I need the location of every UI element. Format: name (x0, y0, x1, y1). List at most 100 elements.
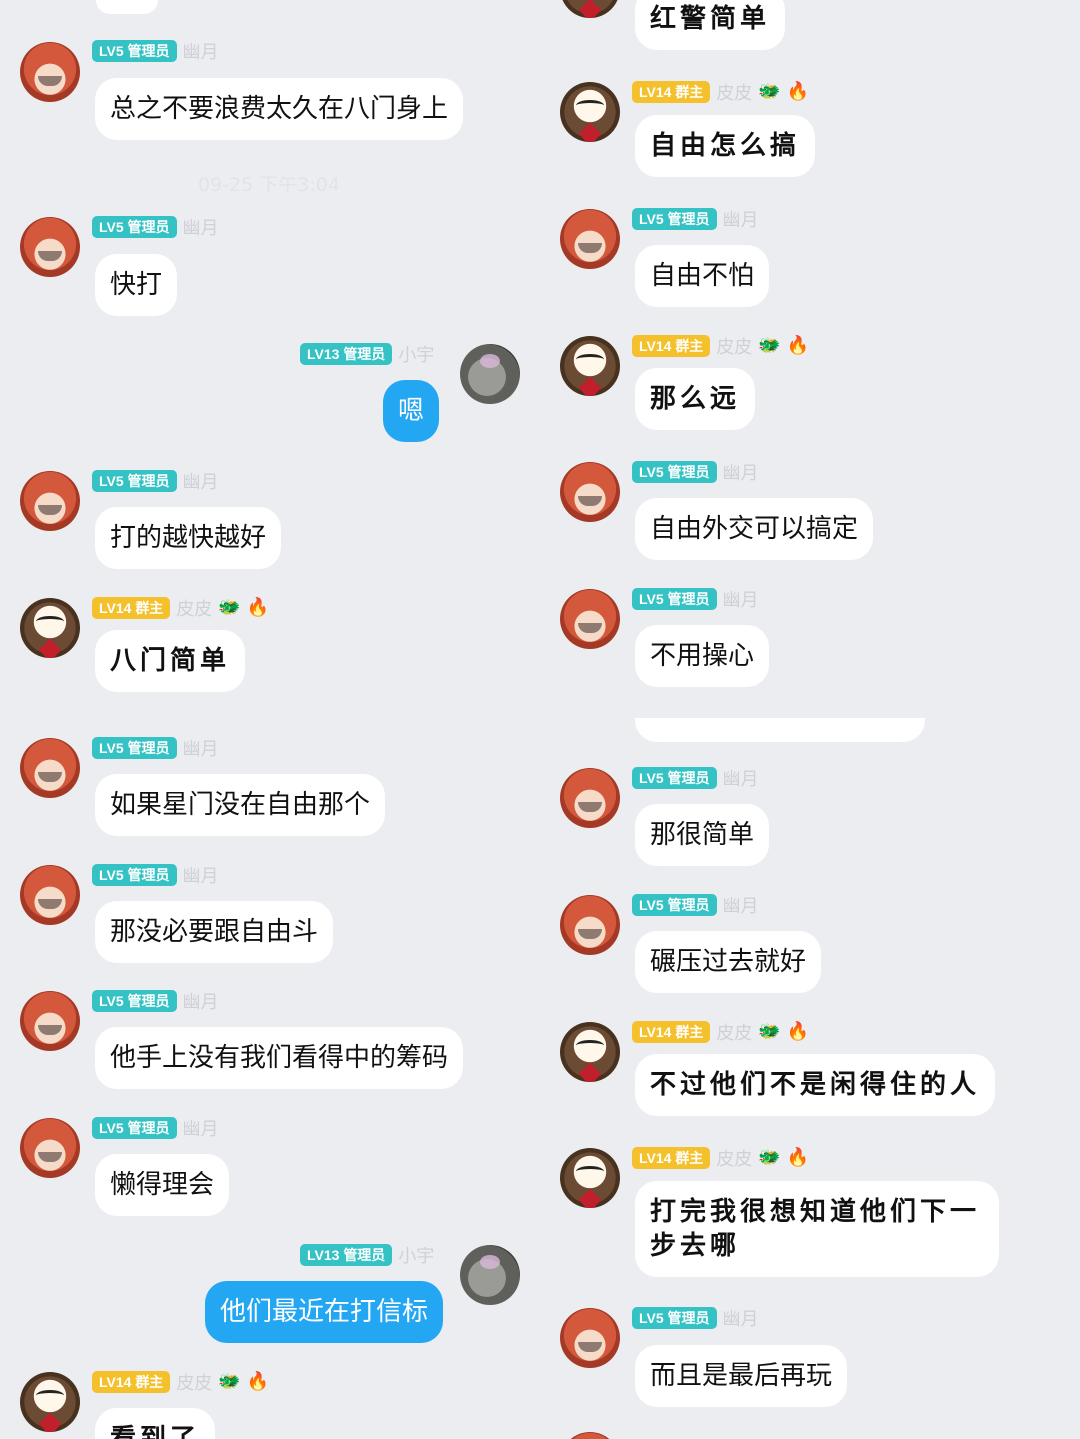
message-bubble[interactable]: 八门简单 (95, 630, 246, 692)
medal-icon: 🐲 (758, 1021, 781, 1042)
chat-column-right: 红警简单 LV14 群主 皮皮 🐲 🔥 自由怎么搞 LV5 管理员 幽月 自由不… (540, 0, 1080, 1439)
avatar[interactable] (560, 1022, 620, 1082)
avatar[interactable] (560, 1148, 620, 1208)
level-badge: LV13 管理员 (300, 343, 393, 365)
level-badge: LV5 管理员 (92, 1117, 177, 1139)
level-badge: LV5 管理员 (632, 767, 717, 789)
avatar[interactable] (560, 336, 620, 396)
sender-name: 幽月 (722, 590, 759, 611)
message-header: LV5 管理员 幽月 (632, 1307, 759, 1330)
level-badge: LV5 管理员 (92, 40, 177, 62)
message-header: LV14 群主 皮皮 🐲 🔥 (632, 1147, 809, 1170)
level-badge: LV14 群主 (632, 81, 711, 103)
message-bubble-self[interactable]: 嗯 (383, 380, 440, 442)
message-bubble[interactable]: 红警简单 (635, 0, 786, 50)
message-bubble[interactable]: 他手上没有我们看得中的筹码 (95, 1027, 464, 1089)
message-bubble[interactable]: 自由外交可以搞定 (635, 498, 874, 560)
avatar[interactable] (560, 209, 620, 269)
avatar[interactable] (20, 598, 80, 658)
medal-icon: 🐲 (758, 1147, 781, 1168)
message-bubble[interactable]: 不过他们不是闲得住的人 (635, 1054, 996, 1116)
medal-icon: 🐲 (758, 335, 781, 356)
message-bubble[interactable]: 看到了 (95, 1408, 216, 1439)
message-bubble[interactable]: 而且是最后再玩 (635, 1345, 848, 1407)
message-bubble[interactable]: 自由怎么搞 (635, 115, 816, 177)
avatar[interactable] (20, 42, 80, 102)
message-bubble[interactable]: 那很简单 (635, 804, 770, 866)
level-badge: LV5 管理员 (632, 461, 717, 483)
message-header: LV5 管理员 幽月 (632, 208, 759, 231)
message-bubble-partial (635, 718, 925, 742)
avatar[interactable] (20, 991, 80, 1051)
level-badge: LV14 群主 (632, 335, 711, 357)
sender-name: 幽月 (182, 218, 219, 239)
sender-name: 幽月 (182, 739, 219, 760)
level-badge: LV5 管理员 (632, 1307, 717, 1329)
message-bubble-self[interactable]: 他们最近在打信标 (205, 1281, 444, 1343)
sender-name: 皮皮 (176, 1373, 213, 1394)
avatar[interactable] (560, 1432, 620, 1439)
sender-name: 皮皮 (716, 1149, 753, 1170)
message-bubble[interactable]: 打完我很想知道他们下一步去哪 (635, 1181, 999, 1277)
message-header: LV14 群主 皮皮 🐲 🔥 (632, 1021, 810, 1044)
message-bubble[interactable]: 那么远 (635, 368, 756, 430)
avatar[interactable] (20, 738, 80, 798)
level-badge: LV5 管理员 (632, 208, 717, 230)
message-bubble[interactable]: 那没必要跟自由斗 (95, 901, 334, 963)
message-header: LV5 管理员 幽月 (92, 737, 219, 760)
message-bubble[interactable]: 如果星门没在自由那个 (95, 774, 386, 836)
message-bubble[interactable]: 快打 (95, 254, 178, 316)
message-header: LV13 管理员 小宇 (300, 343, 434, 366)
sender-name: 幽月 (182, 1119, 219, 1140)
avatar[interactable] (460, 1245, 520, 1305)
avatar[interactable] (560, 0, 620, 18)
message-header: LV5 管理员 幽月 (632, 588, 759, 611)
message-header: LV5 管理员 幽月 (92, 990, 219, 1013)
avatar[interactable] (20, 865, 80, 925)
level-badge: LV5 管理员 (92, 737, 177, 759)
message-bubble[interactable]: 懒得理会 (95, 1154, 230, 1216)
level-badge: LV5 管理员 (92, 470, 177, 492)
message-bubble[interactable]: 碾压过去就好 (635, 931, 822, 993)
message-header: LV14 群主 皮皮 🐲 🔥 (632, 335, 810, 358)
message-header: LV5 管理员 幽月 (632, 767, 759, 790)
message-bubble[interactable]: 总之不要浪费太久在八门身上 (95, 78, 464, 140)
medal-icon: 🐲 (758, 81, 781, 102)
avatar[interactable] (560, 768, 620, 828)
fire-icon: 🔥 (246, 1371, 270, 1392)
avatar[interactable] (20, 471, 80, 531)
sender-name: 幽月 (722, 1309, 759, 1330)
avatar[interactable] (560, 82, 620, 142)
message-header: LV13 管理员 小宇 (300, 1244, 434, 1267)
level-badge: LV5 管理员 (632, 894, 717, 916)
message-header: LV5 管理员 幽月 (92, 864, 219, 887)
level-badge: LV5 管理员 (92, 990, 177, 1012)
message-header: LV5 管理员 幽月 (92, 40, 219, 63)
level-badge: LV13 管理员 (300, 1244, 393, 1266)
fire-icon: 🔥 (246, 597, 270, 618)
avatar[interactable] (460, 344, 520, 404)
message-header: LV5 管理员 幽月 (92, 470, 219, 493)
avatar[interactable] (560, 1308, 620, 1368)
message-bubble-partial (96, 0, 158, 14)
message-bubble[interactable]: 打的越快越好 (95, 507, 282, 569)
medal-icon: 🐲 (218, 597, 241, 618)
avatar[interactable] (20, 1372, 80, 1432)
avatar[interactable] (20, 1118, 80, 1178)
message-bubble[interactable]: 不用操心 (635, 625, 770, 687)
message-header: LV14 群主 皮皮 🐲 🔥 (92, 597, 270, 620)
sender-name: 幽月 (722, 463, 759, 484)
fire-icon: 🔥 (786, 1021, 810, 1042)
avatar[interactable] (20, 217, 80, 277)
fire-icon: 🔥 (786, 335, 810, 356)
level-badge: LV5 管理员 (92, 216, 177, 238)
message-header: LV14 群主 皮皮 🐲 🔥 (92, 1371, 270, 1394)
avatar[interactable] (560, 895, 620, 955)
message-header: LV14 群主 皮皮 🐲 🔥 (632, 81, 809, 104)
avatar[interactable] (560, 462, 620, 522)
level-badge: LV5 管理员 (92, 864, 177, 886)
sender-name: 幽月 (722, 896, 759, 917)
avatar[interactable] (560, 589, 620, 649)
sender-name: 幽月 (182, 992, 219, 1013)
message-bubble[interactable]: 自由不怕 (635, 245, 770, 307)
